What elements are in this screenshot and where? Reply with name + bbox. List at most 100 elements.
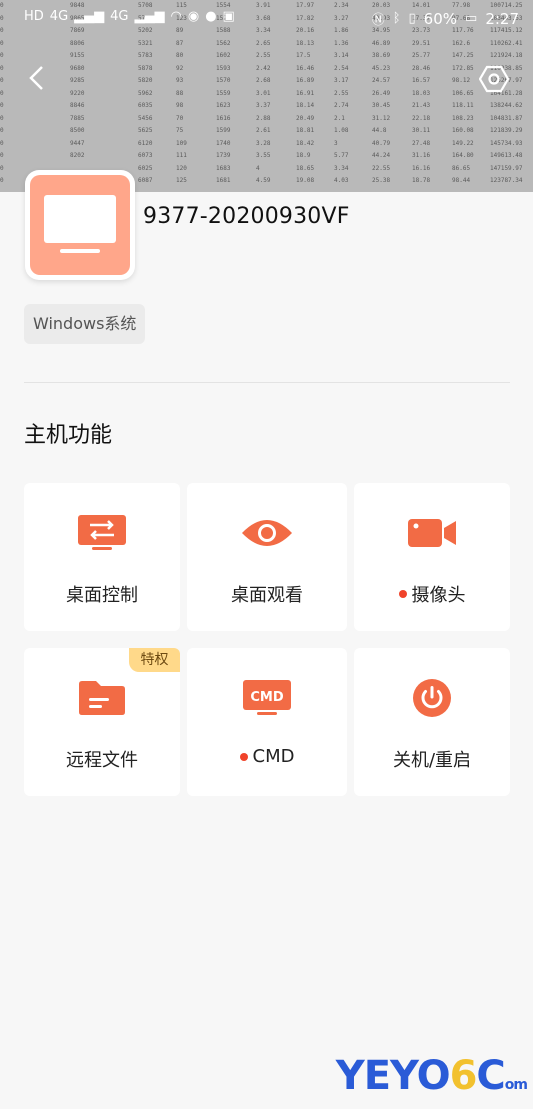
- sheet-cell: 160.08: [452, 127, 474, 134]
- sheet-cell: 2.68: [256, 77, 271, 84]
- sheet-cell: 125: [176, 177, 187, 184]
- sheet-row: 0 9680 5878 92 1593 2.42 16.46 2.54 45.23 28.46 17…: [0, 63, 533, 76]
- sheet-cell: 5625: [138, 127, 153, 134]
- sheet-cell: 0: [0, 52, 4, 59]
- sheet-cell: 88: [176, 89, 184, 97]
- sheet-cell: 0: [0, 152, 4, 159]
- sheet-cell: 16.89: [296, 77, 315, 84]
- watermark-part2: 6: [449, 1053, 478, 1099]
- sheet-cell: 0: [0, 89, 4, 97]
- sheet-cell: 8500: [70, 127, 85, 134]
- sheet-cell: 31.16: [412, 152, 431, 159]
- monitor-icon: [44, 195, 116, 253]
- signal-icon: ▂▄▆: [74, 9, 105, 24]
- sheet-cell: 27.48: [412, 139, 431, 147]
- power-icon: [413, 679, 451, 717]
- sheet-cell: 3.37: [256, 102, 271, 109]
- watermark-part3: C: [476, 1053, 505, 1099]
- sheet-cell: 98.12: [452, 77, 471, 84]
- sheet-cell: 0: [0, 102, 4, 109]
- sheet-cell: 30.45: [372, 102, 391, 109]
- function-shutdown-restart[interactable]: 关机/重启: [354, 648, 510, 796]
- sheet-cell: 46.89: [372, 39, 391, 47]
- watermark-part1: YEYO: [335, 1053, 451, 1099]
- cmd-monitor-icon: CMD: [243, 680, 291, 715]
- sheet-cell: 2.55: [334, 89, 349, 97]
- function-desktop-view[interactable]: 桌面观看: [187, 483, 347, 631]
- sheet-cell: 26.49: [372, 89, 391, 97]
- device-thumbnail: [25, 170, 135, 280]
- sheet-cell: 0: [0, 127, 4, 134]
- sheet-cell: 172.85: [452, 64, 474, 72]
- function-desktop-control[interactable]: 桌面控制: [24, 483, 180, 631]
- sheet-cell: 22.18: [412, 114, 431, 122]
- sheet-cell: 3.17: [334, 77, 349, 84]
- sheet-cell: 70: [176, 114, 184, 122]
- battery-icon: ▭: [465, 11, 478, 26]
- sheet-cell: 21.43: [412, 102, 431, 109]
- function-remote-files[interactable]: 特权 远程文件: [24, 648, 180, 796]
- sheet-cell: 109: [176, 139, 187, 147]
- sheet-cell: 18.42: [296, 139, 315, 147]
- status-dot: [239, 752, 248, 761]
- app-status-icon: ▣: [222, 9, 235, 24]
- sheet-cell: 2.1: [334, 114, 345, 122]
- sheet-cell: 3.14: [334, 52, 349, 59]
- sheet-cell: 2.88: [256, 114, 271, 122]
- sheet-cell: 1.08: [334, 127, 349, 134]
- sheet-cell: 1740: [216, 139, 231, 147]
- sheet-cell: 9680: [70, 64, 85, 72]
- sheet-cell: 2.42: [256, 64, 271, 72]
- sheet-cell: 1739: [216, 152, 231, 159]
- sheet-row: 0 9220 5962 88 1559 3.01 16.91 2.55 26.49 18.03 10…: [0, 88, 533, 101]
- function-camera[interactable]: 摄像头: [354, 483, 510, 631]
- status-dot: [398, 590, 407, 598]
- sheet-cell: 17.5: [296, 52, 311, 59]
- sheet-cell: 0: [0, 64, 4, 72]
- hexagon-gear-icon: [478, 65, 510, 93]
- sheet-cell: 25.77: [412, 52, 431, 59]
- nfc-icon: Ⓝ: [371, 13, 385, 28]
- sheet-cell: 2.55: [256, 52, 271, 59]
- sheet-row: 0 8846 6035 98 1623 3.37 18.14 2.74 30.45 21.43 11…: [0, 100, 533, 113]
- desktop-transfer-icon: [78, 515, 126, 550]
- function-label: 摄像头: [411, 585, 466, 606]
- sheet-cell: 0: [0, 39, 4, 47]
- sheet-cell: 104831.87: [490, 114, 523, 122]
- sheet-cell: 19.08: [296, 177, 315, 184]
- sheet-cell: 87: [176, 39, 184, 47]
- sheet-cell: 121839.29: [490, 127, 523, 134]
- function-label: 远程文件: [66, 750, 138, 771]
- sheet-cell: 8806: [70, 39, 85, 47]
- sheet-cell: 1.36: [334, 39, 349, 47]
- sheet-cell: 75: [176, 127, 184, 134]
- watermark-logo: YEYO6Com: [335, 1053, 528, 1099]
- sheet-cell: 3.01: [256, 89, 271, 97]
- sheet-cell: 149613.48: [490, 152, 523, 159]
- sheet-cell: 8202: [70, 152, 85, 159]
- sheet-cell: 1593: [216, 64, 231, 72]
- vibrate-icon: ▯: [408, 11, 416, 26]
- sheet-cell: 108.23: [452, 114, 474, 122]
- sheet-cell: 4.59: [256, 177, 271, 184]
- sheet-cell: 18.78: [412, 177, 431, 184]
- sheet-cell: 5321: [138, 39, 153, 47]
- function-cmd[interactable]: CMD CMD: [187, 648, 347, 796]
- clock: 2:27: [485, 9, 519, 28]
- back-button[interactable]: [26, 64, 50, 92]
- sheet-row: 0 9155 5783 80 1602 2.55 17.5 3.14 38.69 25.77 147…: [0, 50, 533, 63]
- settings-button[interactable]: [478, 64, 510, 94]
- sheet-cell: 164.80: [452, 152, 474, 159]
- sheet-row: 0 8500 5625 75 1599 2.61 18.81 1.08 44.8 30.11 160…: [0, 125, 533, 138]
- signal-4g-icon-2: 4G: [110, 9, 129, 24]
- hd-icon: HD: [24, 9, 44, 24]
- sheet-cell: 1623: [216, 102, 231, 109]
- sheet-row: 0 8202 6073 111 1739 3.55 18.9 5.77 44.24 31.16 16…: [0, 150, 533, 163]
- sheet-cell: 147159.97: [490, 164, 523, 172]
- sheet-cell: 0: [0, 177, 4, 184]
- function-grid: 桌面控制 桌面观看 摄像头 特权 远程文件 CMD CMD 关机/重启: [24, 483, 510, 796]
- sheet-cell: 1681: [216, 177, 231, 184]
- sheet-cell: 138244.62: [490, 102, 523, 109]
- sheet-cell: 121924.18: [490, 52, 523, 59]
- eye-status-icon: ◉: [187, 9, 200, 24]
